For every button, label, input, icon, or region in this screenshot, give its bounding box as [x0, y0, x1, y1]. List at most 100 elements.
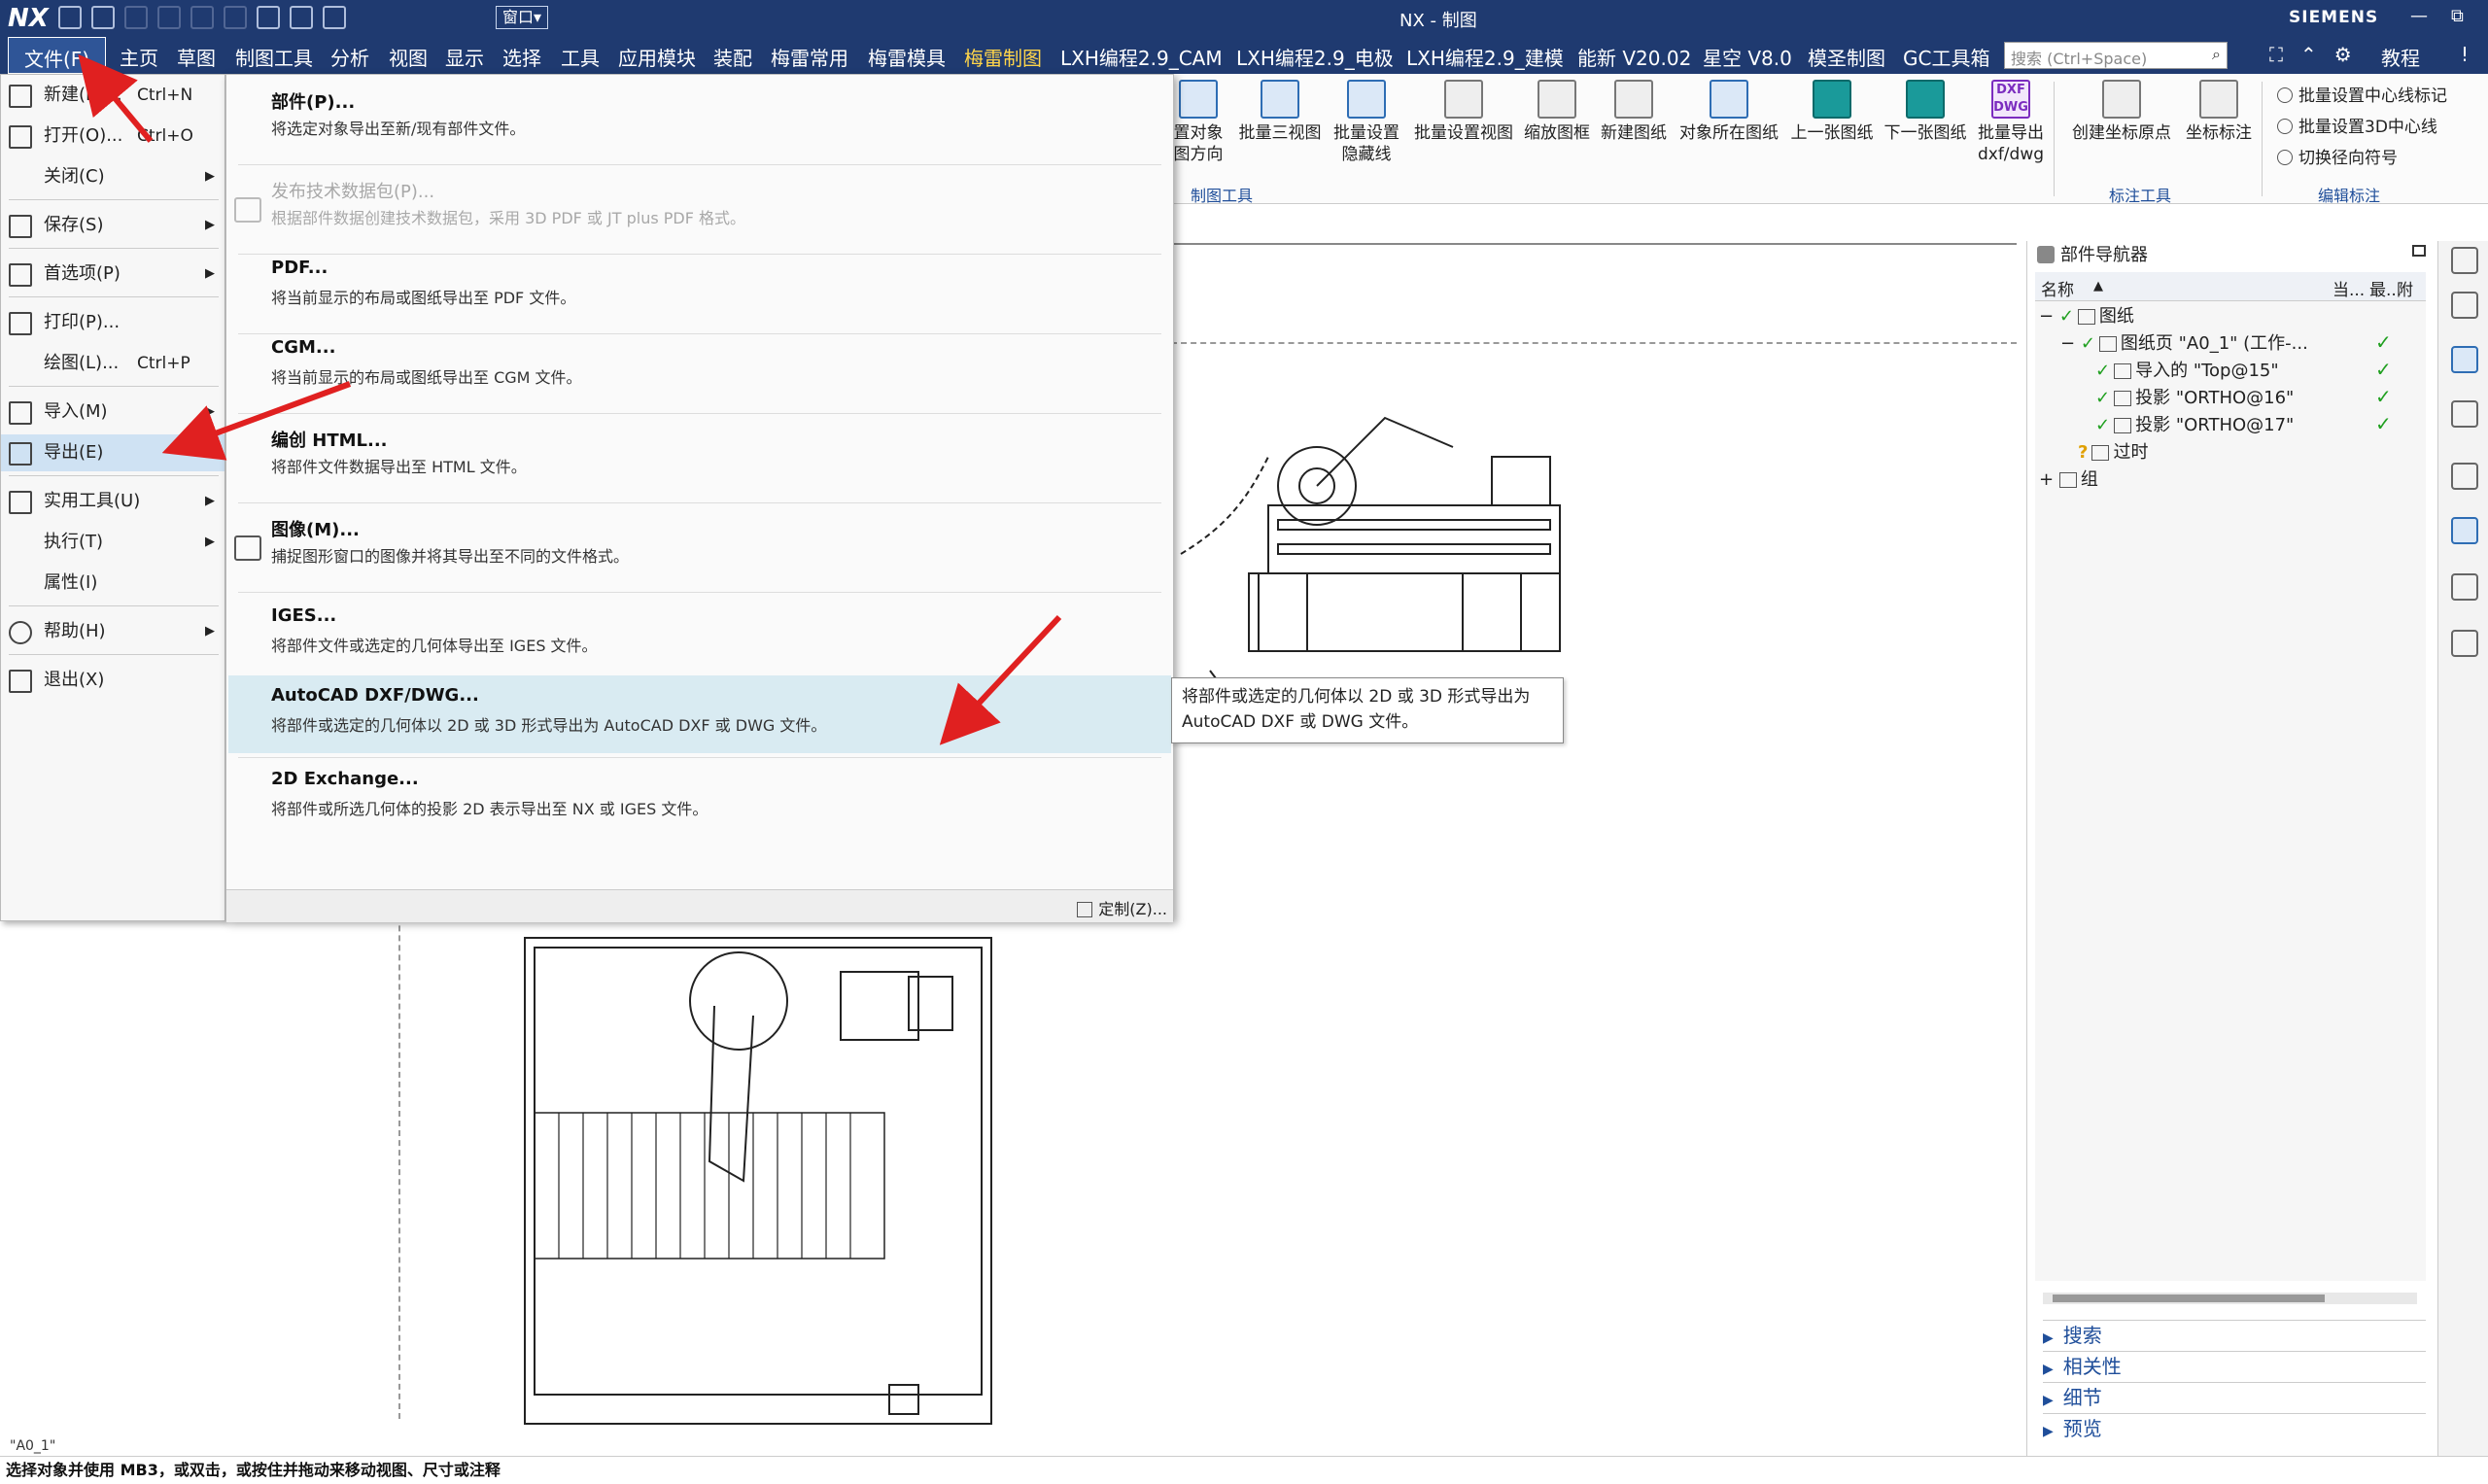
export-cgm[interactable]: CGM... 将当前显示的布局或图纸导出至 CGM 文件。	[228, 328, 1171, 415]
tab-gc-toolbox[interactable]: GC工具箱	[1903, 43, 1989, 71]
tab-meilei-common[interactable]: 梅雷常用	[771, 43, 848, 71]
collapse-icon[interactable]: −	[2060, 333, 2075, 354]
batch-3d-centerline-button[interactable]: 批量设置3D中心线	[2277, 113, 2437, 137]
section-search[interactable]: ▶ 搜索	[2043, 1320, 2426, 1349]
alert-icon[interactable]: !	[2461, 43, 2469, 66]
col-current[interactable]: 当...	[2332, 276, 2365, 300]
search-icon[interactable]: ⌕	[2212, 45, 2221, 64]
batch-three-view-button[interactable]: 批量三视图	[1234, 80, 1326, 144]
orient-view-button[interactable]: 置对象 图方向	[1171, 80, 1226, 165]
tab-applications[interactable]: 应用模块	[618, 43, 696, 71]
paste-icon[interactable]	[224, 6, 247, 29]
tree-node-drawing[interactable]: − ✓ 图纸	[2039, 303, 2134, 330]
section-dependencies[interactable]: ▶ 相关性	[2043, 1351, 2426, 1380]
export-html[interactable]: 编创 HTML... 将部件文件数据导出至 HTML 文件。	[228, 417, 1171, 504]
web-browser-icon[interactable]	[2451, 517, 2478, 544]
menu-execute[interactable]: 执行(T) ▶	[1, 524, 225, 561]
batch-hidden-line-button[interactable]: 批量设置 隐藏线	[1327, 80, 1406, 165]
tab-analysis[interactable]: 分析	[330, 43, 369, 71]
menu-new[interactable]: 新建(N)... Ctrl+N	[1, 77, 225, 114]
tree-node-group[interactable]: + 组	[2039, 466, 2098, 494]
cube-icon[interactable]	[257, 6, 280, 29]
tab-view[interactable]: 视图	[389, 43, 428, 71]
customize-button[interactable]: 定制(Z)...	[1077, 896, 1167, 919]
tab-drafting-tools[interactable]: 制图工具	[235, 43, 313, 71]
create-origin-button[interactable]: 创建坐标原点	[2063, 80, 2180, 144]
export-image[interactable]: 图像(M)... 捕捉图形窗口的图像并将其导出至不同的文件格式。	[228, 506, 1171, 594]
tab-sketch[interactable]: 草图	[177, 43, 216, 71]
undo-icon[interactable]	[91, 6, 115, 29]
roles-tools-icon[interactable]	[2451, 630, 2478, 657]
batch-centerline-mark-button[interactable]: 批量设置中心线标记	[2277, 82, 2447, 106]
menu-preferences[interactable]: 首选项(P) ▶	[1, 256, 225, 293]
scroll-thumb[interactable]	[2053, 1294, 2325, 1302]
menu-close[interactable]: 关闭(C) ▶	[1, 158, 225, 195]
tab-lxh-electrode[interactable]: LXH编程2.9_电极	[1236, 43, 1394, 71]
copy-icon[interactable]	[190, 6, 214, 29]
tutorial-link[interactable]: 教程	[2381, 43, 2420, 71]
export-2d-exchange[interactable]: 2D Exchange... 将部件或所选几何体的投影 2D 表示导出至 NX 或…	[228, 759, 1171, 846]
menu-export[interactable]: 导出(E) ▶	[1, 434, 225, 471]
assembly-navigator-icon[interactable]	[2451, 292, 2478, 319]
new-sheet-button[interactable]: 新建图纸	[1596, 80, 1672, 144]
hd3d-tools-icon[interactable]	[2451, 463, 2478, 490]
menu-open[interactable]: 打开(O)... Ctrl+O	[1, 118, 225, 155]
tab-lxh-cam[interactable]: LXH编程2.9_CAM	[1060, 43, 1223, 71]
collapse-ribbon-icon[interactable]: ⌃	[2300, 43, 2317, 66]
collapse-icon[interactable]: −	[2039, 306, 2054, 327]
switch-window-icon[interactable]	[323, 6, 346, 29]
coordinate-dim-button[interactable]: 坐标标注	[2180, 80, 2258, 144]
help-icon[interactable]: ⚙	[2334, 43, 2352, 66]
tree-node-outdated[interactable]: ? 过时	[2078, 439, 2148, 466]
drawing-view-top[interactable]	[520, 918, 996, 1443]
sort-asc-icon[interactable]: ▲	[2093, 279, 2103, 293]
tab-tools[interactable]: 工具	[561, 43, 600, 71]
export-part[interactable]: 部件(P)... 将选定对象导出至新/现有部件文件。	[228, 79, 1171, 166]
tree-node-projected-view-17[interactable]: ✓ 投影 "ORTHO@17"	[2095, 412, 2294, 439]
tab-home[interactable]: 主页	[120, 43, 158, 71]
history-clock-icon[interactable]	[2451, 573, 2478, 601]
reuse-library-icon[interactable]	[2451, 400, 2478, 428]
menu-save[interactable]: 保存(S) ▶	[1, 207, 225, 244]
navigator-tree[interactable]: − ✓ 图纸 − ✓ 图纸页 "A0_1" (工作-... ✓ 导入的 "Top@15…	[2035, 301, 2426, 1281]
command-search-input[interactable]: 搜索 (Ctrl+Space) ⌕	[2004, 42, 2228, 69]
tab-select[interactable]: 选择	[502, 43, 541, 71]
menu-import[interactable]: 导入(M) ▶	[1, 394, 225, 431]
settings-gear-icon[interactable]	[2451, 247, 2478, 274]
prev-sheet-button[interactable]: 上一张图纸	[1785, 80, 1879, 144]
tab-meilei-mold[interactable]: 梅雷模具	[868, 43, 946, 71]
next-sheet-button[interactable]: 下一张图纸	[1879, 80, 1972, 144]
tab-display[interactable]: 显示	[445, 43, 484, 71]
tab-assembly[interactable]: 装配	[713, 43, 752, 71]
export-autocad-dxf-dwg[interactable]: AutoCAD DXF/DWG... 将部件或选定的几何体以 2D 或 3D 形式…	[228, 675, 1171, 753]
expand-icon[interactable]: +	[2039, 469, 2054, 490]
restore-button[interactable]: ⧉	[2451, 6, 2464, 26]
col-name[interactable]: 名称	[2041, 276, 2074, 300]
microphone-icon[interactable]	[290, 6, 313, 29]
tab-file[interactable]: 文件(F)	[8, 37, 107, 74]
toggle-radial-symbol-button[interactable]: 切换径向符号	[2277, 144, 2398, 168]
menu-exit[interactable]: 退出(X)	[1, 662, 225, 699]
export-pdf[interactable]: PDF... 将当前显示的布局或图纸导出至 PDF 文件。	[228, 248, 1171, 335]
redo-icon[interactable]	[124, 6, 148, 29]
window-dropdown[interactable]: 窗口▾	[496, 6, 549, 29]
menu-properties[interactable]: 属性(I)	[1, 565, 225, 602]
tree-node-projected-view-16[interactable]: ✓ 投影 "ORTHO@16"	[2095, 385, 2294, 412]
menu-plot[interactable]: 绘图(L)... Ctrl+P	[1, 345, 225, 382]
tab-nengxin[interactable]: 能新 V20.02	[1577, 43, 1691, 71]
tree-node-sheet[interactable]: − ✓ 图纸页 "A0_1" (工作-...	[2060, 330, 2308, 358]
minimize-button[interactable]: —	[2410, 6, 2428, 26]
tree-node-imported-view[interactable]: ✓ 导入的 "Top@15"	[2095, 358, 2279, 385]
navigator-hscroll[interactable]	[2043, 1293, 2417, 1304]
cut-icon[interactable]	[157, 6, 181, 29]
tab-mosheng-drafting[interactable]: 模圣制图	[1808, 43, 1885, 71]
save-icon[interactable]	[58, 6, 82, 29]
batch-export-dxf-button[interactable]: DXF DWG 批量导出 dxf/dwg	[1972, 80, 2050, 165]
scale-frame-button[interactable]: 缩放图框	[1519, 80, 1595, 144]
batch-view-settings-button[interactable]: 批量设置视图	[1407, 80, 1520, 144]
menu-utilities[interactable]: 实用工具(U) ▶	[1, 483, 225, 520]
object-sheet-button[interactable]: 对象所在图纸	[1673, 80, 1785, 144]
fullscreen-icon[interactable]: ⛶	[2269, 43, 2283, 66]
section-preview[interactable]: ▶ 预览	[2043, 1413, 2426, 1442]
tab-xingkong[interactable]: 星空 V8.0	[1703, 43, 1792, 71]
